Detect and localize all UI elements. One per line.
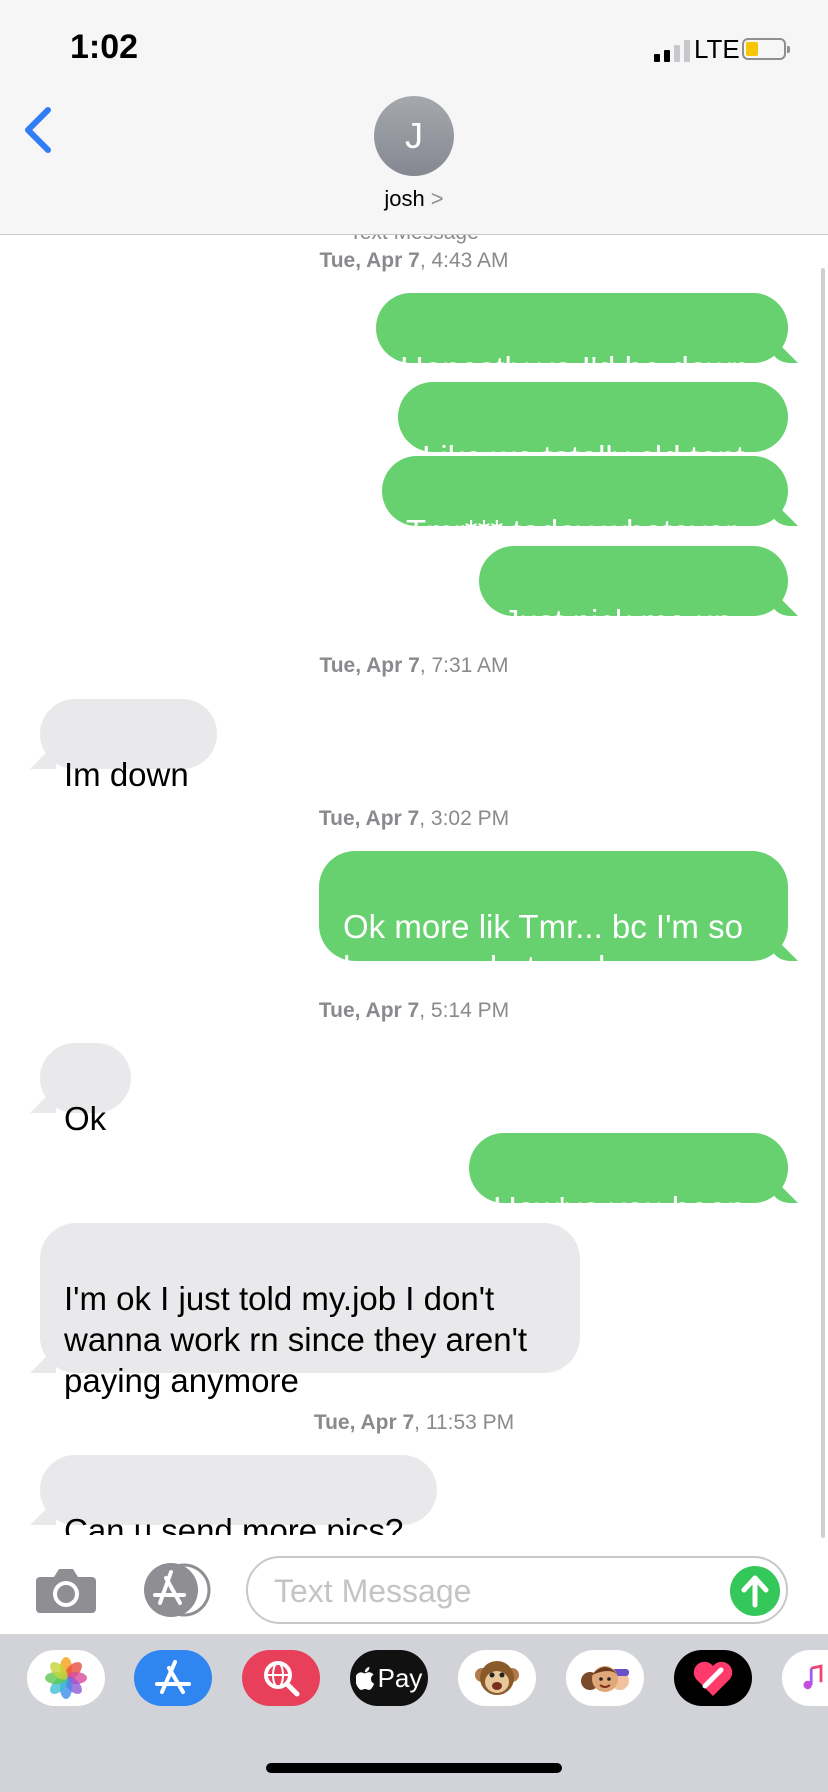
back-button[interactable] bbox=[20, 100, 60, 160]
camera-button[interactable] bbox=[34, 1565, 98, 1615]
timestamp: Tue, Apr 7, 3:02 PM bbox=[318, 807, 510, 830]
contact-initial: J bbox=[405, 115, 423, 156]
apple-pay-app[interactable]: Pay bbox=[350, 1650, 428, 1706]
chevron-right-icon: > bbox=[430, 186, 444, 211]
sent-message[interactable]: Like we totally cld tent bbox=[398, 382, 788, 476]
app-store-app[interactable] bbox=[134, 1650, 212, 1706]
signal-strength-icon bbox=[654, 38, 690, 62]
sent-message[interactable]: Just pick me up.. bbox=[479, 546, 788, 640]
send-button[interactable] bbox=[730, 1566, 780, 1616]
app-store-icon bbox=[155, 1660, 191, 1694]
memoji-app[interactable] bbox=[566, 1650, 644, 1706]
digital-touch-app[interactable] bbox=[674, 1650, 752, 1706]
received-message[interactable]: Im down bbox=[40, 699, 217, 793]
conversation-header: 1:02 LTE J josh > bbox=[0, 0, 828, 235]
memoji-icon bbox=[581, 1666, 629, 1692]
sent-message[interactable]: Honestly ya I'd be down bbox=[376, 293, 788, 387]
animoji-icon bbox=[475, 1661, 519, 1695]
timestamp: Tue, Apr 7, 5:14 PM bbox=[318, 999, 510, 1022]
contact-avatar[interactable]: J bbox=[374, 96, 454, 176]
home-indicator[interactable] bbox=[266, 1763, 562, 1773]
received-message[interactable]: I'm ok I just told my.job I don't wanna … bbox=[40, 1223, 580, 1399]
timestamp: Tue, Apr 7, 7:31 AM bbox=[319, 654, 509, 677]
back-chevron-icon bbox=[25, 107, 51, 153]
web-search-app[interactable] bbox=[242, 1650, 320, 1706]
status-time: 1:02 bbox=[70, 28, 139, 66]
contact-name-button[interactable]: josh > bbox=[0, 186, 828, 212]
contact-name: josh bbox=[384, 186, 425, 211]
scroll-indicator bbox=[821, 268, 825, 1538]
web-search-icon bbox=[264, 1661, 300, 1697]
apple-pay-icon: Pay bbox=[355, 1663, 422, 1694]
music-app[interactable] bbox=[782, 1650, 828, 1706]
received-message[interactable]: Ok bbox=[40, 1043, 131, 1137]
photos-app[interactable] bbox=[27, 1650, 105, 1706]
message-thread[interactable]: Text Message Tue, Apr 7, 4:43 AM Honestl… bbox=[0, 235, 828, 1535]
camera-icon bbox=[36, 1569, 96, 1613]
battery-icon bbox=[742, 38, 790, 60]
timestamp: Tue, Apr 7, 4:43 AM bbox=[319, 249, 509, 272]
music-icon bbox=[803, 1664, 823, 1690]
timestamp: Tue, Apr 7, 11:53 PM bbox=[313, 1411, 515, 1434]
message-input[interactable] bbox=[272, 1568, 716, 1614]
app-store-button[interactable] bbox=[140, 1563, 212, 1617]
data-detector-link[interactable]: pics bbox=[326, 1512, 385, 1535]
send-arrow-icon bbox=[741, 1575, 769, 1608]
digital-touch-icon bbox=[693, 1661, 733, 1696]
animoji-app[interactable] bbox=[458, 1650, 536, 1706]
sent-message[interactable]: Ok more lik Tmr... bc I'm so hungover bu… bbox=[319, 851, 788, 986]
sent-message[interactable]: Tmr*** today whatever bbox=[382, 456, 788, 550]
app-store-icon bbox=[144, 1563, 211, 1617]
photos-icon bbox=[45, 1657, 87, 1699]
sent-message[interactable]: How've you been bbox=[469, 1133, 788, 1227]
received-message[interactable]: Can u send more pics? bbox=[40, 1455, 437, 1535]
service-label: Text Message bbox=[0, 235, 828, 245]
network-type: LTE bbox=[694, 34, 740, 64]
message-input-field[interactable] bbox=[246, 1556, 788, 1624]
